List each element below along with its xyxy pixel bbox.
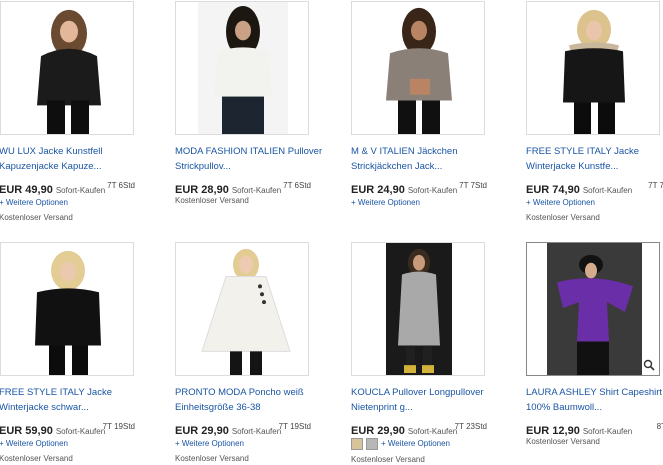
listing-image[interactable] — [0, 1, 134, 135]
time-left: 7T 7Std — [459, 181, 487, 190]
buy-type: Sofort-Kaufen — [55, 186, 106, 195]
buy-type: Sofort-Kaufen — [407, 427, 458, 436]
more-options-link[interactable]: + Weitere Optionen — [0, 198, 68, 207]
shipping-info: Kostenloser Versand — [526, 437, 600, 446]
listing-price: EUR 59,90 — [0, 425, 53, 437]
buy-type: Sofort-Kaufen — [582, 427, 633, 436]
listing-price: EUR 29,90 — [351, 425, 405, 437]
price-row: EUR 59,90 Sofort-Kaufen 7T 19Std — [0, 421, 151, 437]
buy-type: Sofort-Kaufen — [582, 186, 633, 195]
time-left: 7T 19Std — [102, 422, 135, 431]
shipping-info: Kostenloser Versand — [175, 196, 249, 205]
time-left: 7T 6Std — [107, 181, 135, 190]
listing-title[interactable]: LAURA ASHLEY Shirt Capeshirt 100% Baumwo… — [526, 385, 663, 415]
listing-title[interactable]: FREE STYLE ITALY Jacke Winterjacke schwa… — [0, 385, 149, 415]
shipping-info: Kostenloser Versand — [0, 213, 73, 222]
buy-type: Sofort-Kaufen — [231, 427, 282, 436]
price-row: EUR 49,90 Sofort-Kaufen 7T 6Std — [0, 180, 151, 196]
listing-image[interactable] — [351, 1, 485, 135]
listing-image[interactable] — [526, 1, 660, 135]
listing-title[interactable]: M & V ITALIEN Jäckchen Strickjäckchen Ja… — [351, 144, 501, 174]
buy-type: Sofort-Kaufen — [231, 186, 282, 195]
time-left: 7T 19Std — [278, 422, 311, 431]
more-options-row: + Weitere Optionen — [351, 438, 450, 450]
listing-price: EUR 12,90 — [526, 425, 580, 437]
listing-title[interactable]: WU LUX Jacke Kunstfell Kapuzenjacke Kapu… — [0, 144, 149, 174]
listing-price: EUR 24,90 — [351, 184, 405, 196]
listing-price: EUR 29,90 — [175, 425, 229, 437]
listing-image[interactable] — [175, 1, 309, 135]
listing-image[interactable] — [526, 242, 660, 376]
listing-title[interactable]: MODA FASHION ITALIEN Pullover Strickpull… — [175, 144, 325, 174]
listing-image[interactable] — [351, 242, 485, 376]
listing-price: EUR 28,90 — [175, 184, 229, 196]
more-options-link[interactable]: + Weitere Optionen — [381, 439, 450, 448]
price-row: EUR 29,90 Sofort-Kaufen 7T 19Std — [175, 421, 327, 437]
time-left: 7T 6Std — [283, 181, 311, 190]
listing-image[interactable] — [0, 242, 134, 376]
shipping-info: Kostenloser Versand — [526, 213, 600, 222]
shipping-info: Kostenloser Versand — [0, 454, 73, 463]
time-left: 7T 23Std — [454, 422, 487, 431]
listing-title[interactable]: FREE STYLE ITALY Jacke Winterjacke Kunst… — [526, 144, 663, 174]
buy-type: Sofort-Kaufen — [407, 186, 458, 195]
price-row: EUR 28,90 Sofort-Kaufen 7T 6Std — [175, 180, 327, 196]
listing-price: EUR 49,90 — [0, 184, 53, 196]
shipping-info: Kostenloser Versand — [351, 455, 425, 464]
price-row: EUR 24,90 Sofort-Kaufen 7T 7Std — [351, 180, 503, 196]
more-options-link[interactable]: + Weitere Optionen — [351, 198, 420, 207]
time-left: 7T 7Std — [648, 181, 663, 190]
listing-grid: WU LUX Jacke Kunstfell Kapuzenjacke Kapu… — [0, 0, 663, 465]
color-swatch[interactable] — [351, 438, 363, 450]
shipping-info: Kostenloser Versand — [175, 454, 249, 463]
magnifier-icon[interactable] — [643, 359, 655, 371]
buy-type: Sofort-Kaufen — [55, 427, 106, 436]
listing-title[interactable]: KOUCLA Pullover Longpullover Nietenprint… — [351, 385, 501, 415]
listing-title[interactable]: PRONTO MODA Poncho weiß Einheitsgröße 36… — [175, 385, 325, 415]
more-options-link[interactable]: + Weitere Optionen — [175, 439, 244, 448]
price-row: EUR 12,90Sofort-Kaufen 8T — [526, 421, 663, 437]
more-options-link[interactable]: + Weitere Optionen — [526, 198, 595, 207]
color-swatch[interactable] — [366, 438, 378, 450]
more-options-link[interactable]: + Weitere Optionen — [0, 439, 68, 448]
time-left: 8T — [656, 422, 663, 431]
price-row: EUR 74,90Sofort-Kaufen 7T 7Std — [526, 180, 663, 196]
listing-price: EUR 74,90 — [526, 184, 580, 196]
listing-image[interactable] — [175, 242, 309, 376]
price-row: EUR 29,90 Sofort-Kaufen 7T 23Std — [351, 421, 503, 437]
